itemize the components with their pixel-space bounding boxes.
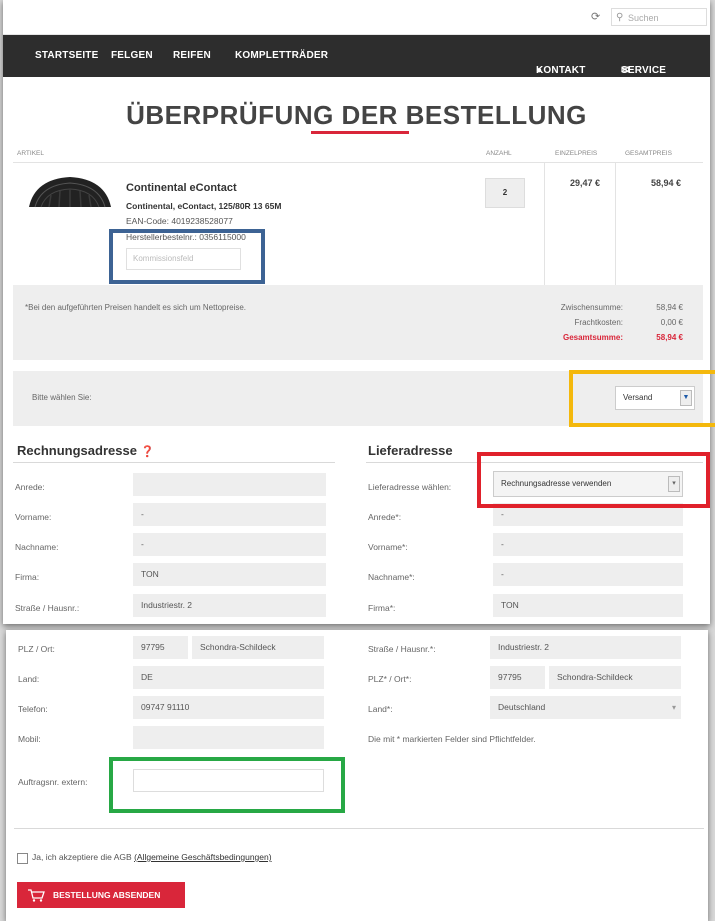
delivery-field-label: Straße / Hausnr.*: [368,644,436,654]
highlight-box-blue [109,229,265,284]
nav-item-komplettraeder[interactable]: KOMPLETTRÄDER [235,50,328,61]
delivery-land-value: Deutschland [498,702,546,712]
order-review-top: ⟳ ⚲ Suchen STARTSEITE FELGEN REIFEN KOMP… [3,0,710,624]
total-value: 58,94 € [656,333,683,342]
billing-ort-field[interactable]: Schondra-Schildeck [192,636,324,659]
search-placeholder: Suchen [628,13,659,23]
divider [14,828,704,829]
highlight-box-red [477,452,710,508]
search-input[interactable]: ⚲ Suchen [611,8,707,26]
delivery-plz-field[interactable]: 97795 [490,666,545,689]
delivery-ort-field[interactable]: Schondra-Schildeck [549,666,681,689]
delivery-select-label: Lieferadresse wählen: [368,482,452,492]
delivery-field-label: PLZ* / Ort*: [368,674,412,684]
billing-land-field[interactable]: DE [133,666,324,689]
total-price: 58,94 € [651,178,682,188]
billing-field-label: Land: [18,674,40,684]
total-label: Gesamtsumme: [562,333,623,342]
divider [615,162,616,285]
product-subtitle: Continental, eContact, 125/80R 13 65M [126,201,282,211]
billing-strasse-field[interactable]: Industriestr. 2 [133,594,326,617]
required-fields-note: Die mit * markierten Felder sind Pflicht… [368,734,536,744]
tyre-image [29,177,111,208]
agb-prefix: Ja, ich akzeptiere die AGB [32,852,135,862]
cart-icon [28,889,45,902]
delivery-field-label: Land*: [368,704,393,714]
reload-icon[interactable]: ⟳ [591,11,603,23]
help-icon[interactable]: ❓ [141,446,155,458]
submit-order-label: BESTELLUNG ABSENDEN [53,890,161,900]
main-nav: STARTSEITE FELGEN REIFEN KOMPLETTRÄDER ●… [3,35,710,77]
delivery-field-label: Vorname*: [368,542,408,552]
kontakt-label: KONTAKT [536,65,586,76]
product-name[interactable]: Continental eContact [126,182,237,194]
unit-price: 29,47 € [570,178,601,188]
delivery-title: Lieferadresse [368,443,453,458]
billing-plz-field[interactable]: 97795 [133,636,188,659]
billing-field-label: Telefon: [18,704,48,714]
chevron-down-icon: ▾ [671,703,676,712]
billing-field-label: Nachname: [15,542,59,552]
divider [544,162,545,285]
billing-mobil-field[interactable] [133,726,324,749]
billing-anrede-field[interactable] [133,473,326,496]
col-header-total-price: GESAMTPREIS [625,150,672,157]
delivery-firma-field[interactable]: TON [493,594,683,617]
net-price-note: *Bei den aufgeführten Preisen handelt es… [25,303,247,312]
billing-field-label: Vorname: [15,512,52,522]
delivery-field-label: Firma*: [368,603,396,613]
subtotal-label: Zwischensumme: [560,303,623,312]
billing-telefon-field[interactable]: 09747 91110 [133,696,324,719]
billing-nachname-field[interactable]: - [133,533,326,556]
billing-field-label: PLZ / Ort: [18,644,55,654]
delivery-land-select[interactable]: Deutschland ▾ [490,696,681,719]
search-icon: ⚲ [616,12,624,23]
billing-firma-field[interactable]: TON [133,563,326,586]
billing-field-label: Anrede: [15,482,45,492]
service-label: SERVICE [621,65,667,76]
billing-title-text: Rechnungsadresse [17,443,137,458]
delivery-field-label: Nachname*: [368,572,415,582]
title-underline [311,131,409,134]
divider [13,462,335,463]
delivery-nachname-field[interactable]: - [493,563,683,586]
highlight-box-yellow [569,370,715,427]
freight-label: Frachtkosten: [574,318,623,327]
quantity-field[interactable]: 2 [485,178,525,208]
delivery-vorname-field[interactable]: - [493,533,683,556]
billing-vorname-field[interactable]: - [133,503,326,526]
col-header-article: ARTIKEL [17,150,44,157]
billing-title: Rechnungsadresse ❓ [17,443,154,458]
billing-field-label: Mobil: [18,734,41,744]
agb-link[interactable]: (Allgemeine Geschäftsbedingungen) [134,852,272,862]
agb-checkbox[interactable] [17,853,28,864]
top-bar: ⟳ ⚲ Suchen [3,0,710,35]
freight-value: 0,00 € [660,318,683,327]
divider [13,162,703,163]
billing-field-label: Firma: [15,572,40,582]
shipping-label: Bitte wählen Sie: [32,393,92,402]
col-header-qty: ANZAHL [486,150,512,157]
product-ean: EAN-Code: 4019238528077 [126,216,233,226]
page-title: ÜBERPRÜFUNG DER BESTELLUNG [126,100,587,130]
nav-item-startseite[interactable]: STARTSEITE [35,50,98,61]
delivery-field-label: Anrede*: [368,512,402,522]
delivery-strasse-field[interactable]: Industriestr. 2 [490,636,681,659]
agb-text: Ja, ich akzeptiere die AGB (Allgemeine G… [32,852,272,862]
subtotal-value: 58,94 € [656,303,683,312]
nav-item-felgen[interactable]: FELGEN [111,50,153,61]
submit-order-button[interactable]: BESTELLUNG ABSENDEN [17,882,185,908]
nav-item-reifen[interactable]: REIFEN [173,50,211,61]
col-header-unit-price: EINZELPREIS [555,150,598,157]
billing-field-label: Auftragsnr. extern: [18,777,88,787]
highlight-box-green [109,757,345,813]
billing-field-label: Straße / Hausnr.: [15,603,80,613]
